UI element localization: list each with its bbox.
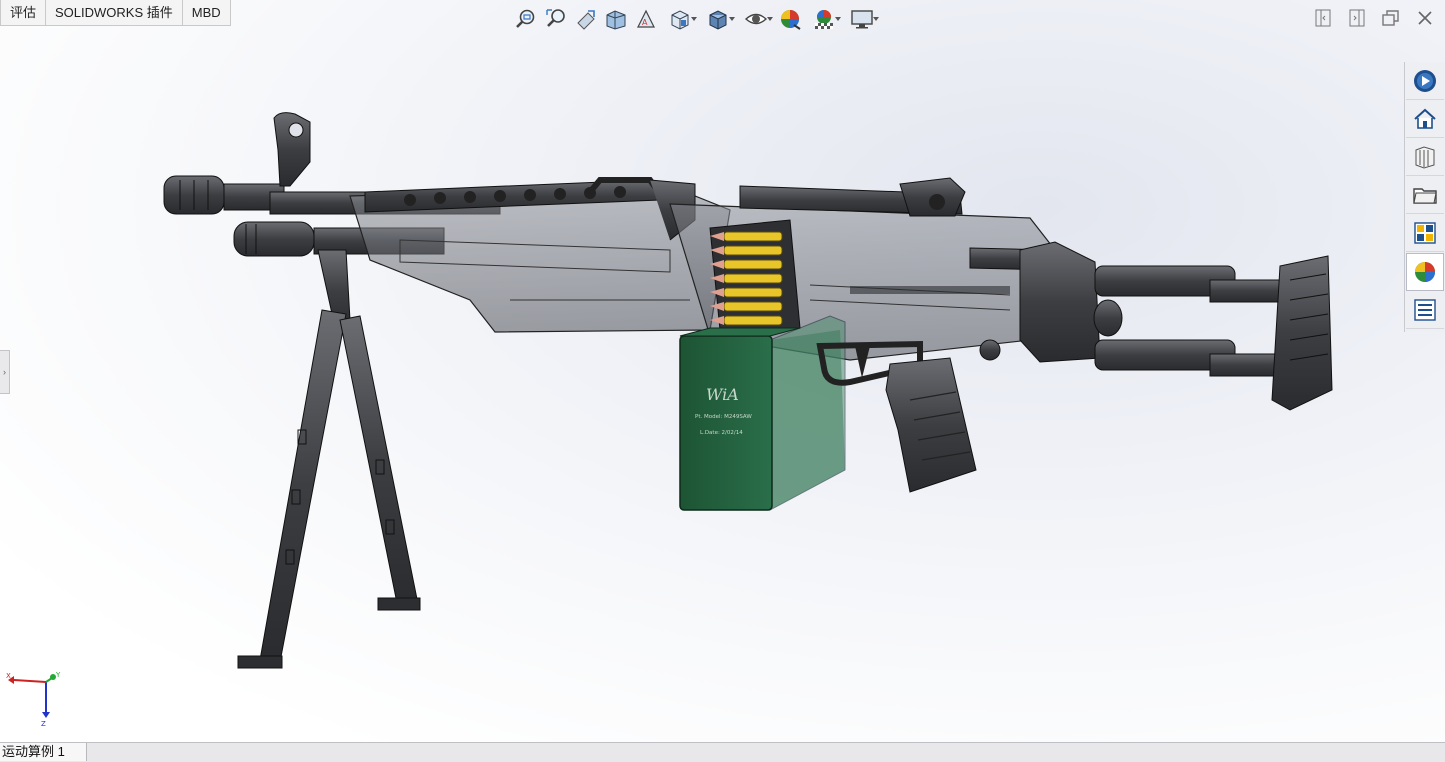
tab-motion-study-1[interactable]: 运动算例 1 [0, 743, 87, 761]
task-pane [1404, 62, 1445, 332]
magazine-logo: WiA [706, 385, 739, 404]
design-library-icon[interactable] [1406, 139, 1444, 176]
file-explorer-icon[interactable] [1406, 177, 1444, 214]
home-icon[interactable] [1406, 101, 1444, 138]
tab-solidworks-addins[interactable]: SOLIDWORKS 插件 [46, 0, 183, 26]
feature-manager-expand-handle[interactable]: › [0, 350, 10, 394]
m249-machine-gun-model[interactable]: WiA Pt. Model: M249SAW L.Date: 2/02/14 [150, 100, 1350, 690]
custom-properties-icon[interactable] [1406, 292, 1444, 329]
dynamic-annotation-icon[interactable]: A [632, 5, 660, 33]
restore-icon[interactable] [1381, 8, 1401, 28]
zoom-to-area-icon[interactable] [542, 5, 570, 33]
buttstock [1019, 241, 1333, 411]
front-sight [273, 112, 311, 187]
ammo-belt [709, 219, 801, 331]
triad-z-label: Z [41, 720, 46, 728]
document-window-controls [1313, 8, 1435, 28]
heads-up-view-toolbar: A [512, 4, 880, 34]
magazine-label-line1: Pt. Model: M249SAW [695, 414, 752, 420]
edit-appearance-icon[interactable] [776, 5, 804, 33]
solidworks-resources-icon[interactable] [1406, 63, 1444, 100]
graphics-area[interactable]: 评估 SOLIDWORKS 插件 MBD A › WiA Pt. Model: … [0, 0, 1445, 742]
appearances-icon[interactable] [1406, 253, 1444, 291]
tile-left-icon[interactable] [1313, 8, 1333, 28]
tile-right-icon[interactable] [1347, 8, 1367, 28]
section-view-icon[interactable] [602, 5, 630, 33]
magazine-label-line2: L.Date: 2/02/14 [700, 430, 743, 436]
zoom-to-fit-icon[interactable] [512, 5, 540, 33]
bipod [237, 249, 421, 669]
view-settings-icon[interactable] [844, 5, 880, 33]
bottom-tab-bar: 运动算例 1 [0, 742, 1445, 762]
apply-scene-icon[interactable] [806, 5, 842, 33]
pistol-grip [885, 357, 977, 493]
view-palette-icon[interactable] [1406, 215, 1444, 252]
view-orientation-icon[interactable] [662, 5, 698, 33]
svg-text:A: A [642, 18, 648, 27]
close-icon[interactable] [1415, 8, 1435, 28]
flash-hider [163, 175, 285, 215]
tab-evaluate[interactable]: 评估 [0, 0, 47, 26]
previous-view-icon[interactable] [572, 5, 600, 33]
tab-mbd[interactable]: MBD [182, 0, 231, 26]
display-style-icon[interactable] [700, 5, 736, 33]
reference-triad: X Y Z [6, 671, 61, 728]
command-manager-tabs: 评估 SOLIDWORKS 插件 MBD [0, 0, 231, 26]
hide-show-items-icon[interactable] [738, 5, 774, 33]
triad-x-label: X [6, 672, 11, 680]
triad-y-label: Y [55, 671, 61, 679]
